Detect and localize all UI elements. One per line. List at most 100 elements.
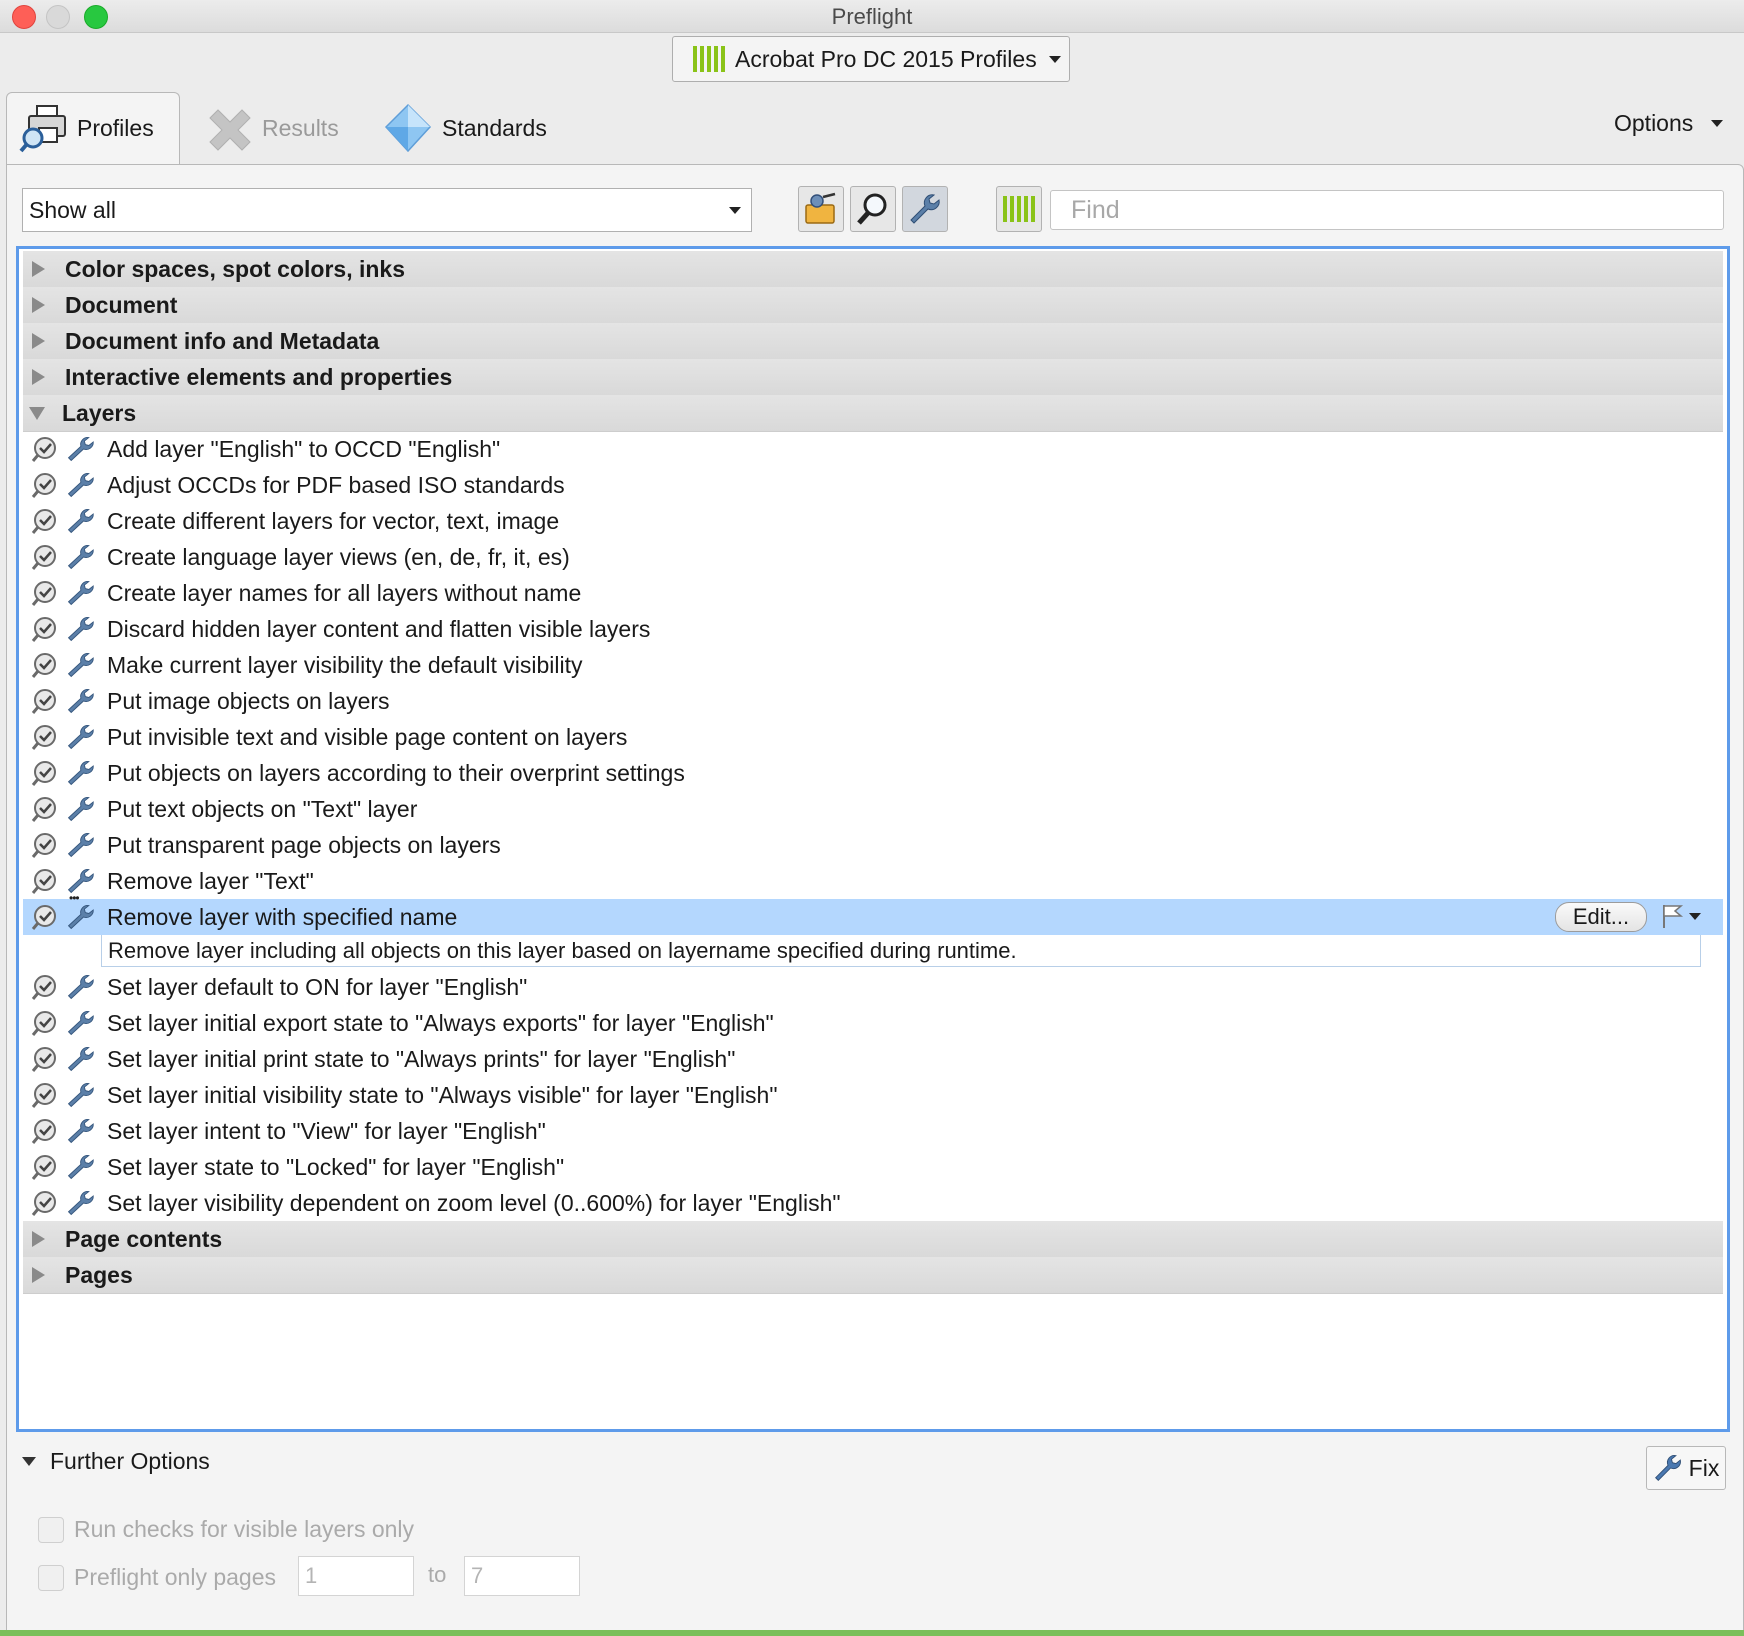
fixup-label: Create different layers for vector, text… [107, 507, 560, 534]
more-options-icon: ••• [69, 891, 80, 905]
category-row[interactable]: Document info and Metadata [23, 323, 1723, 360]
find-placeholder: Find [1071, 195, 1120, 224]
category-row[interactable]: Page contents [23, 1221, 1723, 1258]
fixup-list-item[interactable]: Make current layer visibility the defaul… [23, 647, 1723, 683]
category-label: Page contents [65, 1225, 223, 1252]
from-page-field[interactable]: 1 [298, 1556, 414, 1596]
tab-results[interactable]: Results [204, 92, 339, 164]
wrench-icon [65, 903, 95, 931]
library-bars-icon [693, 46, 725, 72]
wrench-icon [65, 1117, 95, 1145]
fixup-label: Set layer state to "Locked" for layer "E… [107, 1153, 565, 1180]
fixup-list-item[interactable]: Remove layer with specified name ••• Edit.… [23, 891, 1723, 935]
wrench-icon [65, 723, 95, 751]
profiles-library-label: Acrobat Pro DC 2015 Profiles [735, 45, 1037, 72]
profile-filter-select[interactable]: Show all [22, 188, 752, 232]
fixup-list-item[interactable]: Set layer default to ON for layer "Engli… [23, 969, 1723, 1005]
fixup-list-item[interactable]: Remove layer "Text" [23, 863, 1723, 899]
profile-check-icon [31, 687, 59, 715]
disclosure-open-icon [22, 1457, 36, 1466]
fixup-list-item[interactable]: Put transparent page objects on layers [23, 827, 1723, 863]
wrench-icon [65, 1045, 95, 1073]
options-menu[interactable]: Options [1614, 110, 1724, 137]
fixup-list-item[interactable]: Adjust OCCDs for PDF based ISO standards [23, 467, 1723, 503]
fixup-list-item[interactable]: Put invisible text and visible page cont… [23, 719, 1723, 755]
fixups-filter-button[interactable] [902, 186, 948, 232]
fixup-list-item[interactable]: Create language layer views (en, de, fr,… [23, 539, 1723, 575]
fixup-list-item[interactable]: Add layer "English" to OCCD "English" [23, 431, 1723, 467]
category-label: Document [65, 291, 178, 318]
select-profiles-button[interactable] [798, 186, 844, 232]
tab-results-label: Results [262, 114, 339, 141]
fixup-label: Set layer initial export state to "Alway… [107, 1009, 774, 1036]
tab-profiles[interactable]: Profiles [6, 92, 180, 164]
wrench-icon [65, 831, 95, 859]
fixup-list-item[interactable]: Set layer initial export state to "Alway… [23, 1005, 1723, 1041]
wrench-icon [65, 687, 95, 715]
fixup-list-item[interactable]: Create different layers for vector, text… [23, 503, 1723, 539]
wrench-icon [65, 651, 95, 679]
fixup-label: Put image objects on layers [107, 687, 390, 714]
fixup-list-item[interactable]: Set layer state to "Locked" for layer "E… [23, 1149, 1723, 1185]
profile-check-icon [31, 831, 59, 859]
wrench-icon [65, 1153, 95, 1181]
category-row[interactable]: Interactive elements and properties [23, 359, 1723, 396]
category-row-layers[interactable]: Layers [23, 395, 1723, 432]
window-bottom-edge [0, 1630, 1744, 1636]
wrench-icon [65, 1189, 95, 1217]
category-row[interactable]: Document [23, 287, 1723, 324]
to-page-field[interactable]: 7 [464, 1556, 580, 1596]
category-label: Document info and Metadata [65, 327, 380, 354]
wrench-icon [65, 1081, 95, 1109]
profiles-library-dropdown[interactable]: Acrobat Pro DC 2015 Profiles [672, 36, 1070, 82]
fixup-list-item[interactable]: Set layer initial print state to "Always… [23, 1041, 1723, 1077]
disclosure-closed-icon [32, 369, 45, 385]
wrench-icon [65, 973, 95, 1001]
further-options-toggle[interactable]: Further Options [22, 1448, 210, 1475]
fixup-label: Remove layer "Text" [107, 867, 314, 894]
from-page-value: 1 [305, 1563, 318, 1588]
profile-check-icon [31, 759, 59, 787]
wrench-icon [910, 194, 940, 224]
tab-standards[interactable]: Standards [384, 92, 547, 164]
preflight-only-pages-checkbox[interactable] [38, 1564, 64, 1591]
category-row[interactable]: Color spaces, spot colors, inks [23, 251, 1723, 288]
profiles-list[interactable]: Color spaces, spot colors, inks Document D… [16, 246, 1730, 1432]
diamond-icon [384, 103, 432, 153]
analyze-filter-button[interactable] [850, 186, 896, 232]
window-title: Preflight [831, 4, 913, 29]
profile-check-icon [31, 471, 59, 499]
fixup-list-item[interactable]: Put image objects on layers [23, 683, 1723, 719]
further-options-label: Further Options [50, 1448, 210, 1474]
category-label: Layers [62, 399, 137, 426]
flag-menu-icon[interactable] [1661, 903, 1701, 929]
library-filter-button[interactable] [996, 186, 1042, 232]
fixup-label: Put objects on layers according to their… [107, 759, 685, 786]
fixup-list-item[interactable]: Put text objects on "Text" layer [23, 791, 1723, 827]
profile-filter-value: Show all [29, 196, 116, 223]
wrench-icon [65, 795, 95, 823]
tab-standards-label: Standards [442, 114, 547, 141]
category-row[interactable]: Pages [23, 1257, 1723, 1294]
fixup-label: Discard hidden layer content and flatten… [107, 615, 651, 642]
wrench-icon [65, 507, 95, 535]
edit-button[interactable]: Edit... [1555, 902, 1647, 932]
wrench-icon [65, 579, 95, 607]
fixup-list-item[interactable]: Create layer names for all layers withou… [23, 575, 1723, 611]
fixup-label: Put invisible text and visible page cont… [107, 723, 628, 750]
fixup-list-item[interactable]: Set layer initial visibility state to "A… [23, 1077, 1723, 1113]
profile-check-icon [31, 1117, 59, 1145]
profile-check-icon [31, 1189, 59, 1217]
fixup-list-item[interactable]: Discard hidden layer content and flatten… [23, 611, 1723, 647]
fixup-list-item[interactable]: Put objects on layers according to their… [23, 755, 1723, 791]
preflight-only-pages-option[interactable]: Preflight only pages [38, 1564, 276, 1591]
visible-layers-only-checkbox[interactable] [38, 1516, 64, 1543]
profile-check-icon [31, 651, 59, 679]
fixup-list-item[interactable]: Set layer intent to "View" for layer "En… [23, 1113, 1723, 1149]
fix-button[interactable]: Fix [1646, 1446, 1726, 1490]
fixup-label: Put transparent page objects on layers [107, 831, 501, 858]
find-input[interactable]: Find [1050, 190, 1724, 230]
visible-layers-only-option[interactable]: Run checks for visible layers only [38, 1516, 414, 1543]
profile-check-icon [31, 1081, 59, 1109]
fixup-list-item[interactable]: Set layer visibility dependent on zoom l… [23, 1185, 1723, 1221]
